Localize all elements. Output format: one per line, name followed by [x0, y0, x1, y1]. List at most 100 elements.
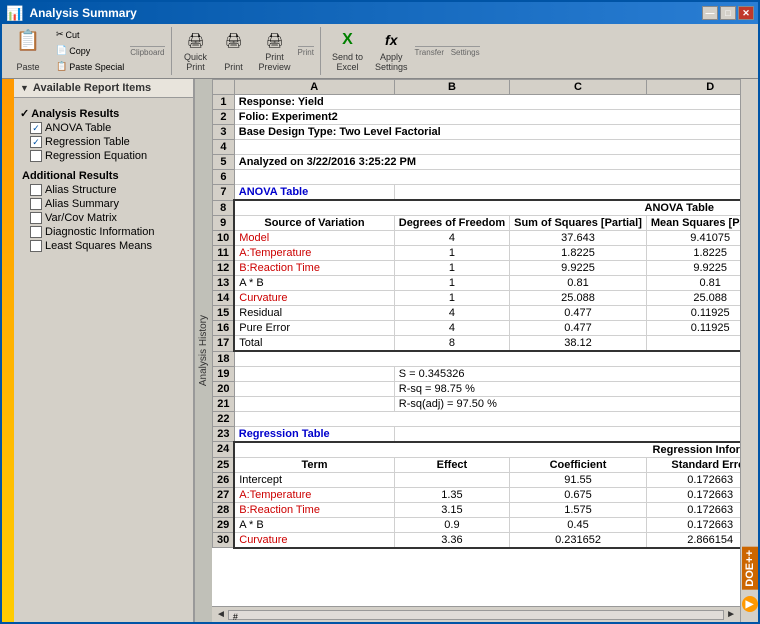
diagnostic-info-item[interactable]: Diagnostic Information: [28, 225, 189, 239]
regression-title-cell[interactable]: Regression Table: [234, 426, 394, 442]
analysis-results-header[interactable]: ✓ Analysis Results: [18, 106, 189, 121]
transfer-label: Transfer Settings: [415, 46, 480, 57]
table-row: 3 Base Design Type: Two Level Factorial: [213, 125, 741, 140]
folio-cell[interactable]: Folio: Experiment2: [234, 110, 740, 125]
table-row: 23 Regression Table: [213, 426, 741, 442]
scroll-right-arrow[interactable]: ►: [724, 609, 738, 620]
table-row: 28 B:Reaction Time 3.15 1.575 0.172663 1…: [213, 502, 741, 517]
reg-b-reaction-label[interactable]: B:Reaction Time: [234, 502, 394, 517]
dof-header: Degrees of Freedom: [394, 216, 509, 231]
copy-icon: 📄: [56, 45, 67, 56]
ss-header: Sum of Squares [Partial]: [510, 216, 647, 231]
table-row: 25 Term Effect Coefficient Standard Erro…: [213, 457, 741, 472]
copy-button[interactable]: 📄 Copy: [52, 43, 128, 58]
reg-curvature-label[interactable]: Curvature: [234, 532, 394, 548]
rsq-adj-cell[interactable]: R-sq(adj) = 97.50 %: [394, 396, 740, 411]
col-header-rownum: [213, 80, 235, 95]
right-strip: DOE++ ▶: [740, 79, 758, 622]
close-button[interactable]: ✕: [738, 6, 754, 20]
paste-special-button[interactable]: 📋 Paste Special: [52, 59, 128, 74]
content-area: A B C D E F G H 1: [212, 79, 740, 622]
regression-equation-checkbox[interactable]: [30, 150, 42, 162]
sidebar: ▼ Available Report Items ✓ Analysis Resu…: [14, 79, 194, 622]
anova-table-item[interactable]: ✓ ANOVA Table: [28, 121, 189, 135]
table-row: 24 Regression Information: [213, 442, 741, 458]
table-row: 29 A * B 0.9 0.45 0.172663 0.081909 0.81…: [213, 517, 741, 532]
total-label[interactable]: Total: [234, 336, 394, 352]
table-row: 30 Curvature 3.36 0.231652 2.866154 3.85…: [213, 532, 741, 548]
print-preview-button[interactable]: 🖨 PrintPreview: [254, 27, 296, 75]
response-cell[interactable]: Response: Yield: [234, 95, 740, 110]
intercept-label[interactable]: Intercept: [234, 472, 394, 487]
alias-structure-item[interactable]: Alias Structure: [28, 183, 189, 197]
varcov-matrix-checkbox[interactable]: [30, 212, 42, 224]
a-temp-label[interactable]: A:Temperature: [234, 246, 394, 261]
diagnostic-info-checkbox[interactable]: [30, 226, 42, 238]
print-button[interactable]: 🖨 Print: [216, 27, 252, 75]
maximize-button[interactable]: □: [720, 6, 736, 20]
residual-label[interactable]: Residual: [234, 306, 394, 321]
varcov-matrix-item[interactable]: Var/Cov Matrix: [28, 211, 189, 225]
s-value-cell[interactable]: S = 0.345326: [394, 366, 740, 381]
spreadsheet[interactable]: A B C D E F G H 1: [212, 79, 740, 606]
rsq-cell[interactable]: R-sq = 98.75 %: [394, 381, 740, 396]
excel-icon: X: [336, 30, 360, 50]
table-row: 27 A:Temperature 1.35 0.675 0.172663 0.3…: [213, 487, 741, 502]
alias-summary-checkbox[interactable]: [30, 198, 42, 210]
alias-structure-checkbox[interactable]: [30, 184, 42, 196]
paste-special-icon: 📋: [56, 61, 67, 72]
regression-table-item[interactable]: ✓ Regression Table: [28, 135, 189, 149]
bottom-scrollbar[interactable]: ◄ # ►: [212, 606, 740, 622]
cut-button[interactable]: ✂ Cut: [52, 27, 128, 42]
least-squares-item[interactable]: Least Squares Means: [28, 239, 189, 253]
fx-icon: fx: [379, 30, 403, 50]
table-row: 8 ANOVA Table: [213, 200, 741, 216]
toolbar: 📋 Paste ✂ Cut 📄 Copy 📋 Paste Special: [2, 24, 758, 79]
table-row: 1 Response: Yield: [213, 95, 741, 110]
cut-icon: ✂: [56, 29, 64, 40]
analysis-results-checkbox[interactable]: ✓: [20, 107, 29, 120]
regression-equation-item[interactable]: Regression Equation: [28, 149, 189, 163]
main-window: 📊 Analysis Summary — □ ✕ 📋 Paste ✂ Cut: [0, 0, 760, 624]
analysis-history-label: Analysis History: [196, 311, 211, 390]
paste-icon: 📋: [16, 30, 40, 50]
table-row: 6: [213, 170, 741, 185]
doe-logo: DOE++: [742, 547, 758, 590]
b-reaction-label[interactable]: B:Reaction Time: [234, 261, 394, 276]
reg-ab-label[interactable]: A * B: [234, 517, 394, 532]
additional-results-header[interactable]: Additional Results: [18, 169, 189, 183]
title-bar: 📊 Analysis Summary — □ ✕: [2, 2, 758, 24]
title-bar-buttons: — □ ✕: [702, 6, 754, 20]
effect-header: Effect: [394, 457, 509, 472]
left-accent-strip: [2, 79, 14, 622]
alias-summary-item[interactable]: Alias Summary: [28, 197, 189, 211]
sidebar-header: ▼ Available Report Items: [14, 79, 193, 98]
table-row: 22: [213, 411, 741, 426]
pure-error-label[interactable]: Pure Error: [234, 321, 394, 336]
anova-table-checkbox[interactable]: ✓: [30, 122, 42, 134]
least-squares-checkbox[interactable]: [30, 240, 42, 252]
send-to-excel-button[interactable]: X Send toExcel: [327, 27, 368, 75]
scroll-track[interactable]: #: [228, 610, 724, 620]
regression-table-checkbox[interactable]: ✓: [30, 136, 42, 148]
apply-settings-button[interactable]: fx ApplySettings: [370, 27, 413, 75]
data-table: A B C D E F G H 1: [212, 79, 740, 549]
minimize-button[interactable]: —: [702, 6, 718, 20]
table-row: 9 Source of Variation Degrees of Freedom…: [213, 216, 741, 231]
doe-icon[interactable]: ▶: [742, 596, 758, 612]
analyzed-on-cell[interactable]: Analyzed on 3/22/2016 3:25:22 PM: [234, 155, 740, 170]
col-header-c: C: [510, 80, 647, 95]
quick-print-button[interactable]: 🖨 QuickPrint: [178, 27, 214, 75]
clipboard-group: 📋 Paste ✂ Cut 📄 Copy 📋 Paste Special: [6, 27, 172, 75]
ab-label[interactable]: A * B: [234, 276, 394, 291]
table-row: 14 Curvature 1 25.088 25.088 210.381551 …: [213, 291, 741, 306]
table-row: 21 R-sq(adj) = 97.50 %: [213, 396, 741, 411]
reg-a-temp-label[interactable]: A:Temperature: [234, 487, 394, 502]
paste-button[interactable]: 📋 Paste: [6, 27, 50, 75]
anova-title-cell[interactable]: ANOVA Table: [234, 185, 394, 201]
curvature-label[interactable]: Curvature: [234, 291, 394, 306]
scroll-left-arrow[interactable]: ◄: [214, 609, 228, 620]
design-type-cell[interactable]: Base Design Type: Two Level Factorial: [234, 125, 740, 140]
model-label[interactable]: Model: [234, 231, 394, 246]
analysis-history-bar[interactable]: Analysis History: [194, 79, 212, 622]
